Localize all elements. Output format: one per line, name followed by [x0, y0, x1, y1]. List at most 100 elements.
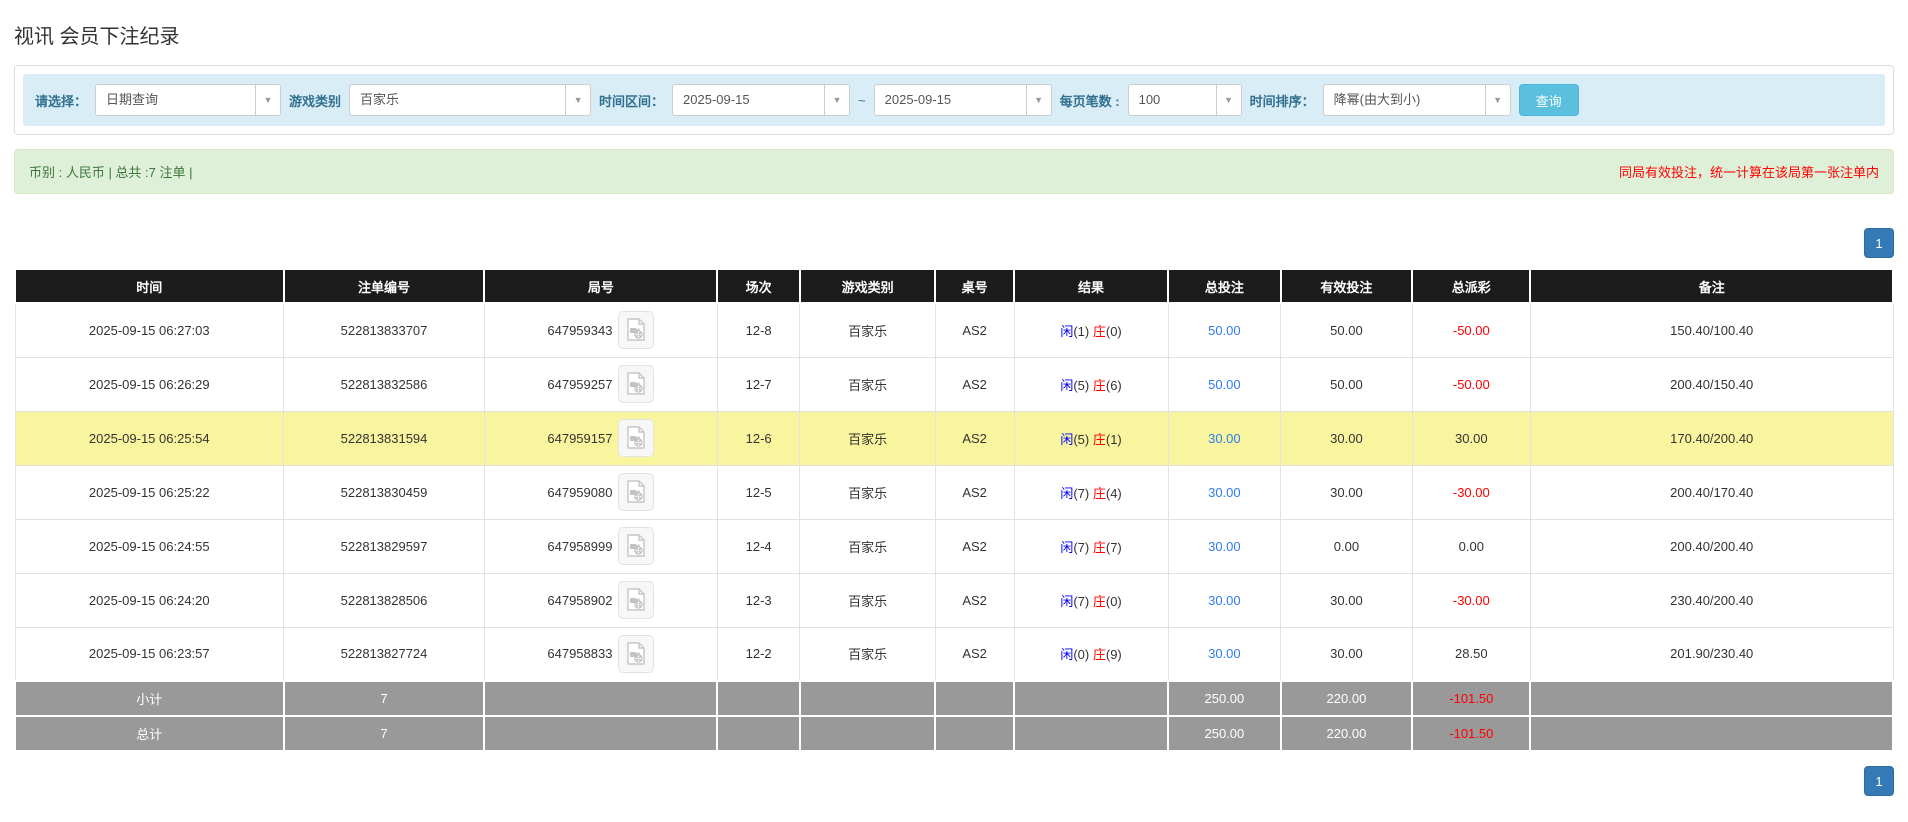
search-button[interactable]: 查询: [1518, 84, 1579, 116]
cell-table-no: AS2: [934, 518, 1015, 574]
cell-time: 2025-09-15 06:24:20: [14, 572, 285, 628]
result-banker-value: (0): [1105, 593, 1122, 609]
video-replay-button[interactable]: [618, 634, 655, 673]
cell-payout: -50.00: [1411, 302, 1531, 358]
cell-time: 2025-09-15 06:26:29: [14, 356, 285, 412]
cell-result: 闲(7) 庄(4): [1013, 464, 1169, 520]
result-player-label: 闲: [1060, 539, 1074, 555]
total-bet-link[interactable]: 30.00: [1208, 593, 1241, 608]
col-header-round-no: 局号: [483, 270, 719, 304]
video-replay-button[interactable]: [618, 581, 655, 619]
table-header-row: 时间 注单编号 局号 场次 游戏类别 桌号 结果 总投注 有效投注 总派彩 备注: [14, 270, 1894, 304]
valid-bet-sum: 220.00: [1279, 680, 1414, 717]
cell-table-no: AS2: [934, 464, 1015, 520]
date-to-input[interactable]: 2025-09-15 ▼: [873, 84, 1052, 116]
cell-total-bet: 30.00: [1167, 626, 1282, 682]
chevron-down-icon[interactable]: ▼: [565, 84, 592, 116]
chevron-down-icon[interactable]: ▼: [824, 84, 851, 116]
chevron-down-icon[interactable]: ▼: [1215, 84, 1242, 116]
cell-payout: 28.50: [1411, 626, 1531, 682]
cell-table-no: AS2: [934, 410, 1015, 466]
cell-session: 12-3: [716, 572, 801, 628]
time-sort-select[interactable]: 降幂(由大到小) ▼: [1322, 84, 1511, 116]
total-row: 总计 7 250.00 220.00 -101.50: [14, 715, 1894, 752]
date-from-input[interactable]: 2025-09-15 ▼: [672, 84, 851, 116]
filter-label-page-size: 每页笔数 :: [1059, 93, 1120, 109]
cell-valid-bet: 0.00: [1280, 518, 1413, 574]
table-row: 2025-09-15 06:26:29 522813832586 6479592…: [14, 356, 1894, 412]
cell-result: 闲(5) 庄(6): [1013, 356, 1169, 412]
col-header-total-bet: 总投注: [1167, 270, 1282, 304]
table-row: 2025-09-15 06:23:57 522813827724 6479588…: [14, 626, 1894, 682]
col-header-table-no: 桌号: [934, 270, 1016, 304]
result-banker-label: 庄: [1092, 647, 1106, 663]
result-banker-value: (6): [1105, 377, 1122, 393]
time-sort-value[interactable]: 降幂(由大到小): [1322, 84, 1485, 116]
game-type-value[interactable]: 百家乐: [349, 84, 566, 116]
video-replay-button[interactable]: [618, 527, 655, 565]
total-row: 小计 7 250.00 220.00 -101.50: [14, 680, 1894, 717]
date-from-value[interactable]: 2025-09-15: [672, 84, 825, 116]
col-header-bet-no: 注单编号: [282, 270, 486, 304]
cell-bet-no: 522813829597: [283, 518, 485, 574]
total-bet-sum: 250.00: [1167, 715, 1282, 752]
total-bet-link[interactable]: 30.00: [1208, 539, 1241, 554]
cell-time: 2025-09-15 06:25:54: [14, 410, 285, 466]
cell-payout: -30.00: [1411, 464, 1531, 520]
page-1-button[interactable]: 1: [1864, 766, 1894, 796]
chevron-down-icon[interactable]: ▼: [1025, 84, 1052, 116]
table-row: 2025-09-15 06:24:55 522813829597 6479589…: [14, 518, 1894, 574]
round-number: 647959080: [547, 484, 613, 500]
result-player-value: (7): [1073, 593, 1090, 609]
cell-game-type: 百家乐: [799, 464, 936, 520]
video-replay-button[interactable]: [618, 473, 655, 511]
page-1-button[interactable]: 1: [1864, 228, 1894, 258]
query-type-select[interactable]: 日期查询 ▼: [95, 84, 282, 116]
summary-note: 同局有效投注，统一计算在该局第一张注单内: [1618, 165, 1879, 180]
total-bet-link[interactable]: 30.00: [1208, 431, 1241, 446]
cell-bet-no: 522813832586: [283, 356, 485, 412]
result-banker-label: 庄: [1092, 377, 1106, 393]
col-header-valid-bet: 有效投注: [1279, 270, 1414, 304]
video-replay-button[interactable]: [618, 311, 655, 350]
round-number: 647959257: [547, 376, 613, 392]
date-to-value[interactable]: 2025-09-15: [873, 84, 1026, 116]
cell-time: 2025-09-15 06:25:22: [14, 464, 285, 520]
cell-table-no: AS2: [934, 572, 1015, 628]
total-count: 7: [282, 715, 486, 752]
total-bet-link[interactable]: 50.00: [1208, 377, 1241, 392]
cell-bet-no: 522813827724: [283, 626, 485, 682]
query-type-value[interactable]: 日期查询: [95, 84, 256, 116]
cell-session: 12-6: [716, 410, 801, 466]
cell-session: 12-7: [716, 356, 801, 412]
chevron-down-icon[interactable]: ▼: [1484, 84, 1511, 116]
video-file-icon: [627, 318, 646, 341]
page-size-value[interactable]: 100: [1127, 84, 1216, 116]
cell-valid-bet: 30.00: [1280, 464, 1413, 520]
result-player-value: (5): [1073, 431, 1090, 447]
video-replay-button[interactable]: [618, 419, 655, 457]
page-title: 视讯 会员下注纪录: [14, 26, 180, 48]
filter-label-game: 游戏类别: [289, 93, 342, 109]
total-bet-link[interactable]: 30.00: [1208, 646, 1241, 661]
total-bet-link[interactable]: 50.00: [1208, 323, 1241, 338]
cell-payout: 0.00: [1411, 518, 1531, 574]
page-size-select[interactable]: 100 ▼: [1127, 84, 1242, 116]
cell-game-type: 百家乐: [799, 302, 936, 358]
total-count: 7: [282, 680, 486, 717]
total-bet-link[interactable]: 30.00: [1208, 485, 1241, 500]
cell-total-bet: 50.00: [1167, 356, 1282, 412]
result-player-value: (7): [1073, 539, 1090, 555]
game-type-select[interactable]: 百家乐 ▼: [349, 84, 592, 116]
round-number: 647958902: [547, 592, 613, 608]
cell-remark: 230.40/200.40: [1529, 572, 1894, 628]
cell-table-no: AS2: [934, 356, 1015, 412]
video-file-icon: [627, 534, 646, 557]
chevron-down-icon[interactable]: ▼: [255, 84, 282, 116]
cell-round-no: 647958902: [483, 572, 718, 628]
cell-remark: 150.40/100.40: [1529, 302, 1894, 358]
cell-game-type: 百家乐: [799, 572, 936, 628]
cell-valid-bet: 50.00: [1280, 302, 1413, 358]
result-banker-value: (0): [1105, 323, 1122, 339]
video-replay-button[interactable]: [618, 365, 655, 403]
